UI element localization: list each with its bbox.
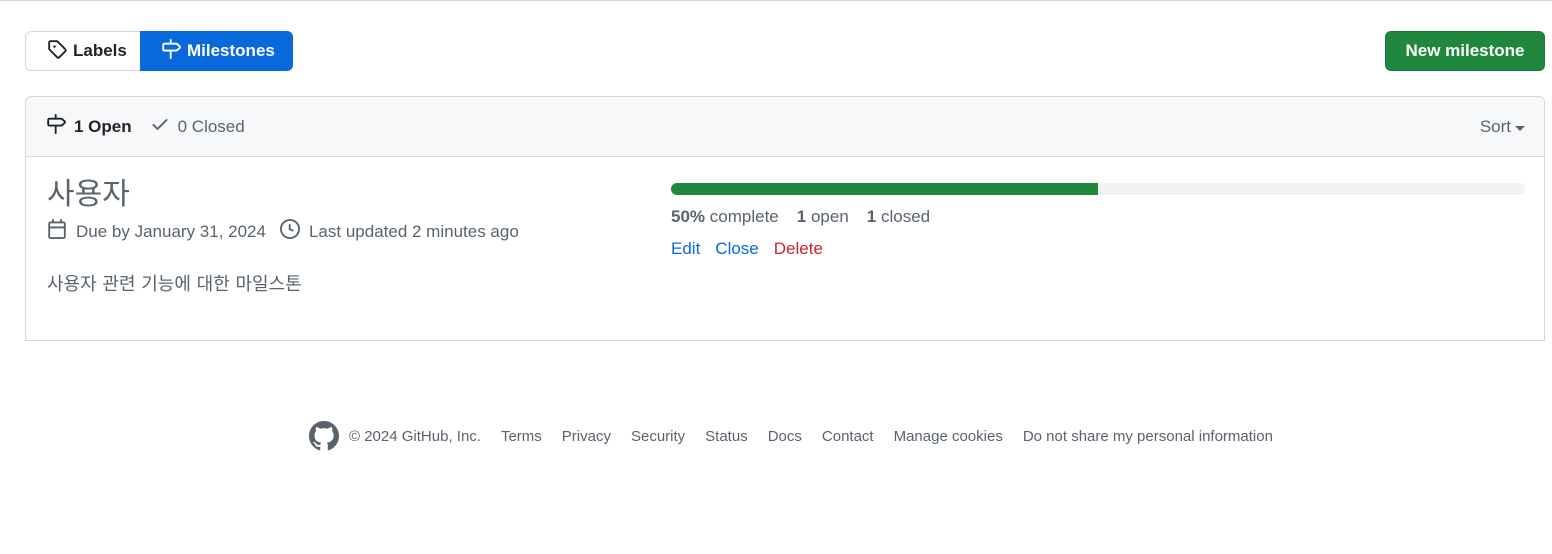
tag-icon xyxy=(47,39,67,64)
closed-count-value: 1 xyxy=(866,207,877,226)
footer-link-privacy[interactable]: Privacy xyxy=(562,428,611,445)
footer-link-docs[interactable]: Docs xyxy=(768,428,802,445)
open-filter-label: 1 Open xyxy=(74,116,132,136)
footer-links: Terms Privacy Security Status Docs Conta… xyxy=(501,428,1273,445)
last-updated: Last updated 2 minutes ago xyxy=(279,219,519,244)
milestone-icon xyxy=(46,114,66,139)
closed-filter-label: 0 Closed xyxy=(177,116,245,136)
subnav-labels-tab[interactable]: Labels xyxy=(25,31,140,71)
progress-bar-fill xyxy=(671,183,1098,195)
open-filter[interactable]: 1 Open xyxy=(46,114,132,139)
footer-link-status[interactable]: Status xyxy=(705,428,748,445)
milestone-description: 사용자 관련 기능에 대한 마일스톤 xyxy=(47,274,302,295)
state-filters: 1 Open 0 Closed xyxy=(46,114,245,139)
footer-copyright: © 2024 GitHub, Inc. xyxy=(349,427,481,445)
milestone-meta: Due by January 31, 2024 Last updated 2 m… xyxy=(47,219,647,244)
subnav-milestones-text: Milestones xyxy=(187,41,275,60)
footer-link-terms[interactable]: Terms xyxy=(501,428,542,445)
percent-value: 50% xyxy=(671,207,706,226)
open-count-label: open xyxy=(810,207,849,226)
percent-complete: 50% complete xyxy=(671,207,779,227)
closed-count-label: closed xyxy=(880,207,931,226)
percent-label: complete xyxy=(709,207,779,226)
footer: © 2024 GitHub, Inc. Terms Privacy Securi… xyxy=(309,421,1273,451)
due-date-text: Due by January 31, 2024 xyxy=(76,221,266,241)
progress-stats: 50% complete 1 open 1 closed xyxy=(671,207,1525,227)
closed-count: 1 closed xyxy=(867,207,930,227)
milestones-box-header: 1 Open 0 Closed Sort xyxy=(26,97,1544,157)
delete-link[interactable]: Delete xyxy=(774,239,823,259)
progress-bar xyxy=(671,183,1525,195)
check-icon xyxy=(150,114,170,139)
milestones-box: 1 Open 0 Closed Sort 사용자 Due by January … xyxy=(25,96,1545,341)
last-updated-text: Last updated 2 minutes ago xyxy=(308,221,519,241)
clock-icon xyxy=(279,219,300,244)
footer-link-manage-cookies[interactable]: Manage cookies xyxy=(894,428,1003,445)
footer-link-contact[interactable]: Contact xyxy=(822,428,874,445)
milestone-icon xyxy=(161,38,181,64)
subnav-milestones-tab[interactable]: Milestones xyxy=(140,31,293,71)
milestone-info: 사용자 Due by January 31, 2024 Last updated… xyxy=(47,177,647,296)
milestone-title[interactable]: 사용자 xyxy=(47,177,647,213)
new-milestone-button[interactable]: New milestone xyxy=(1385,31,1545,71)
milestone-progress: 50% complete 1 open 1 closed Edit Close … xyxy=(671,183,1525,259)
sort-dropdown[interactable]: Sort xyxy=(1480,97,1525,157)
subnav: Labels Milestones xyxy=(25,31,293,71)
github-logo-icon[interactable] xyxy=(309,421,339,451)
milestone-row: 사용자 Due by January 31, 2024 Last updated… xyxy=(26,157,1544,341)
due-date: Due by January 31, 2024 xyxy=(47,219,266,244)
open-count-value: 1 xyxy=(796,207,807,226)
milestone-actions: Edit Close Delete xyxy=(671,239,1525,259)
sort-label: Sort xyxy=(1479,117,1511,136)
caret-down-icon xyxy=(1515,125,1525,131)
edit-link[interactable]: Edit xyxy=(671,239,700,259)
close-link[interactable]: Close xyxy=(715,239,758,259)
closed-filter[interactable]: 0 Closed xyxy=(150,114,245,139)
footer-link-security[interactable]: Security xyxy=(631,428,685,445)
subnav-labels-text: Labels xyxy=(73,41,127,60)
calendar-icon xyxy=(47,219,67,244)
open-count: 1 open xyxy=(797,207,849,227)
top-divider xyxy=(0,0,1552,1)
footer-link-do-not-share[interactable]: Do not share my personal information xyxy=(1023,428,1273,445)
